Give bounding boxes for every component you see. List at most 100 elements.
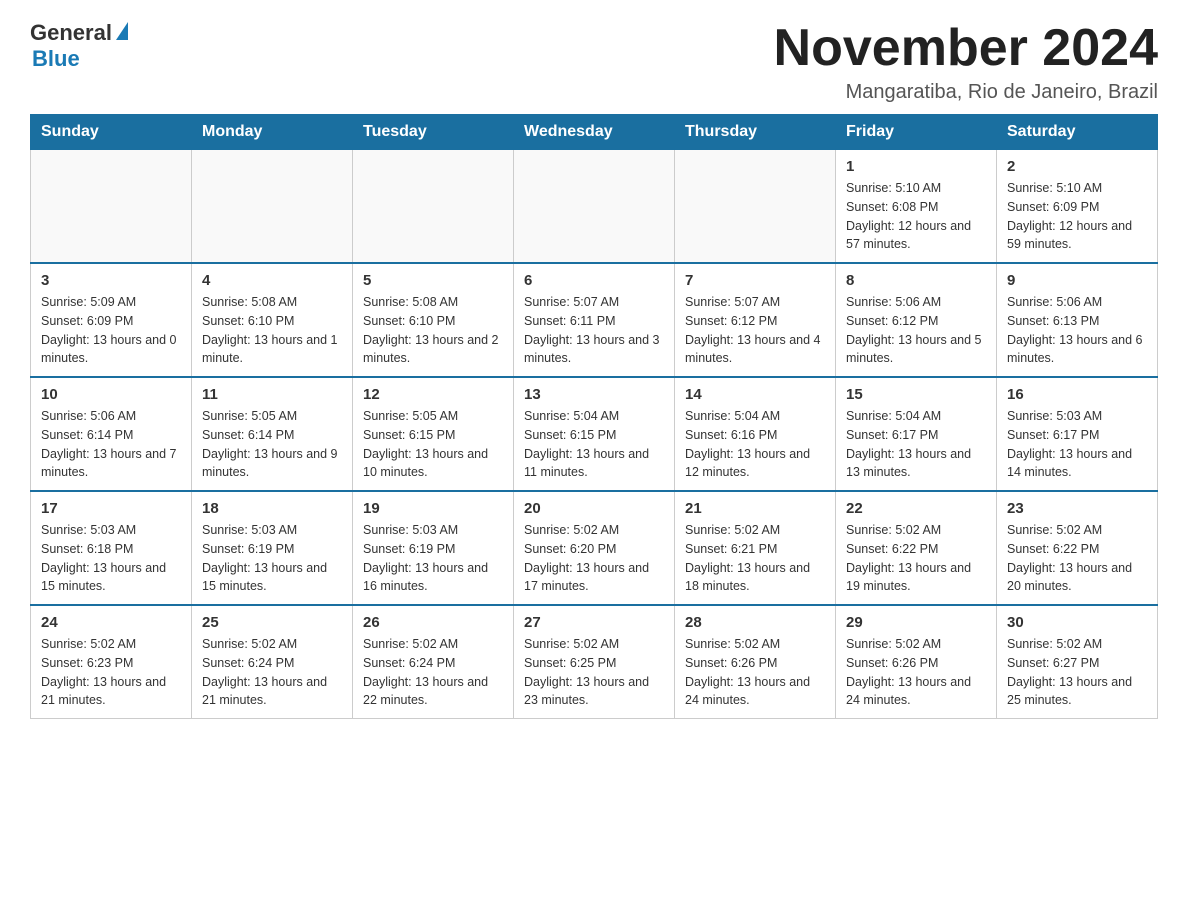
day-info: Sunrise: 5:08 AMSunset: 6:10 PMDaylight:… (363, 293, 503, 368)
day-info: Sunrise: 5:02 AMSunset: 6:26 PMDaylight:… (846, 635, 986, 710)
day-info: Sunrise: 5:03 AMSunset: 6:18 PMDaylight:… (41, 521, 181, 596)
calendar-day-cell: 1 Sunrise: 5:10 AMSunset: 6:08 PMDaylight… (836, 150, 997, 264)
day-of-week-header: Friday (836, 115, 997, 150)
day-number: 9 (1007, 272, 1147, 289)
day-number: 21 (685, 500, 825, 517)
calendar-day-cell: 30 Sunrise: 5:02 AMSunset: 6:27 PMDayligh… (997, 605, 1158, 719)
calendar-day-cell: 18 Sunrise: 5:03 AMSunset: 6:19 PMDayligh… (192, 491, 353, 605)
day-number: 18 (202, 500, 342, 517)
day-number: 25 (202, 614, 342, 631)
title-section: November 2024 Mangaratiba, Rio de Janeir… (774, 20, 1158, 104)
logo-triangle-icon (116, 22, 128, 40)
day-number: 7 (685, 272, 825, 289)
day-info: Sunrise: 5:10 AMSunset: 6:08 PMDaylight:… (846, 179, 986, 254)
day-number: 23 (1007, 500, 1147, 517)
calendar-day-cell (192, 150, 353, 264)
calendar-table: SundayMondayTuesdayWednesdayThursdayFrid… (30, 114, 1158, 719)
day-info: Sunrise: 5:05 AMSunset: 6:14 PMDaylight:… (202, 407, 342, 482)
calendar-body: 1 Sunrise: 5:10 AMSunset: 6:08 PMDaylight… (31, 150, 1158, 719)
calendar-day-cell: 19 Sunrise: 5:03 AMSunset: 6:19 PMDayligh… (353, 491, 514, 605)
calendar-day-cell: 21Sunrise: 5:02 AMSunset: 6:21 PMDayligh… (675, 491, 836, 605)
day-info: Sunrise: 5:03 AMSunset: 6:19 PMDaylight:… (202, 521, 342, 596)
calendar-day-cell: 3 Sunrise: 5:09 AMSunset: 6:09 PMDaylight… (31, 263, 192, 377)
calendar-day-cell (353, 150, 514, 264)
page-header: General Blue November 2024 Mangaratiba, … (30, 20, 1158, 104)
day-info: Sunrise: 5:04 AMSunset: 6:15 PMDaylight:… (524, 407, 664, 482)
day-number: 15 (846, 386, 986, 403)
day-number: 14 (685, 386, 825, 403)
day-of-week-header: Saturday (997, 115, 1158, 150)
calendar-day-cell: 6 Sunrise: 5:07 AMSunset: 6:11 PMDaylight… (514, 263, 675, 377)
day-info: Sunrise: 5:08 AMSunset: 6:10 PMDaylight:… (202, 293, 342, 368)
day-of-week-header: Monday (192, 115, 353, 150)
logo-general-text: General (30, 20, 112, 46)
day-of-week-header: Sunday (31, 115, 192, 150)
calendar-day-cell: 10Sunrise: 5:06 AMSunset: 6:14 PMDayligh… (31, 377, 192, 491)
day-number: 26 (363, 614, 503, 631)
calendar-day-cell: 15 Sunrise: 5:04 AMSunset: 6:17 PMDayligh… (836, 377, 997, 491)
day-number: 3 (41, 272, 181, 289)
day-info: Sunrise: 5:06 AMSunset: 6:12 PMDaylight:… (846, 293, 986, 368)
day-number: 30 (1007, 614, 1147, 631)
calendar-day-cell: 29 Sunrise: 5:02 AMSunset: 6:26 PMDayligh… (836, 605, 997, 719)
calendar-day-cell: 17 Sunrise: 5:03 AMSunset: 6:18 PMDayligh… (31, 491, 192, 605)
calendar-day-cell: 16 Sunrise: 5:03 AMSunset: 6:17 PMDayligh… (997, 377, 1158, 491)
day-number: 22 (846, 500, 986, 517)
day-info: Sunrise: 5:02 AMSunset: 6:25 PMDaylight:… (524, 635, 664, 710)
calendar-week-row: 1 Sunrise: 5:10 AMSunset: 6:08 PMDaylight… (31, 150, 1158, 264)
day-number: 27 (524, 614, 664, 631)
day-info: Sunrise: 5:03 AMSunset: 6:19 PMDaylight:… (363, 521, 503, 596)
day-info: Sunrise: 5:06 AMSunset: 6:14 PMDaylight:… (41, 407, 181, 482)
calendar-day-cell: 26 Sunrise: 5:02 AMSunset: 6:24 PMDayligh… (353, 605, 514, 719)
day-info: Sunrise: 5:04 AMSunset: 6:17 PMDaylight:… (846, 407, 986, 482)
calendar-day-cell: 7 Sunrise: 5:07 AMSunset: 6:12 PMDaylight… (675, 263, 836, 377)
day-number: 17 (41, 500, 181, 517)
day-info: Sunrise: 5:03 AMSunset: 6:17 PMDaylight:… (1007, 407, 1147, 482)
day-number: 4 (202, 272, 342, 289)
calendar-day-cell: 4 Sunrise: 5:08 AMSunset: 6:10 PMDaylight… (192, 263, 353, 377)
location-text: Mangaratiba, Rio de Janeiro, Brazil (774, 81, 1158, 104)
day-headers-row: SundayMondayTuesdayWednesdayThursdayFrid… (31, 115, 1158, 150)
day-info: Sunrise: 5:09 AMSunset: 6:09 PMDaylight:… (41, 293, 181, 368)
day-number: 1 (846, 158, 986, 175)
day-info: Sunrise: 5:10 AMSunset: 6:09 PMDaylight:… (1007, 179, 1147, 254)
calendar-day-cell: 23Sunrise: 5:02 AMSunset: 6:22 PMDayligh… (997, 491, 1158, 605)
day-number: 16 (1007, 386, 1147, 403)
calendar-day-cell: 25 Sunrise: 5:02 AMSunset: 6:24 PMDayligh… (192, 605, 353, 719)
day-number: 20 (524, 500, 664, 517)
day-number: 6 (524, 272, 664, 289)
day-info: Sunrise: 5:02 AMSunset: 6:24 PMDaylight:… (202, 635, 342, 710)
logo-blue-text: Blue (32, 46, 80, 72)
day-number: 19 (363, 500, 503, 517)
day-number: 28 (685, 614, 825, 631)
day-info: Sunrise: 5:02 AMSunset: 6:22 PMDaylight:… (846, 521, 986, 596)
day-number: 13 (524, 386, 664, 403)
day-info: Sunrise: 5:02 AMSunset: 6:24 PMDaylight:… (363, 635, 503, 710)
calendar-day-cell: 22 Sunrise: 5:02 AMSunset: 6:22 PMDayligh… (836, 491, 997, 605)
day-info: Sunrise: 5:05 AMSunset: 6:15 PMDaylight:… (363, 407, 503, 482)
calendar-day-cell: 12Sunrise: 5:05 AMSunset: 6:15 PMDayligh… (353, 377, 514, 491)
calendar-day-cell: 8 Sunrise: 5:06 AMSunset: 6:12 PMDaylight… (836, 263, 997, 377)
calendar-day-cell: 20 Sunrise: 5:02 AMSunset: 6:20 PMDayligh… (514, 491, 675, 605)
day-number: 2 (1007, 158, 1147, 175)
day-number: 29 (846, 614, 986, 631)
day-info: Sunrise: 5:07 AMSunset: 6:11 PMDaylight:… (524, 293, 664, 368)
day-number: 11 (202, 386, 342, 403)
calendar-day-cell: 27 Sunrise: 5:02 AMSunset: 6:25 PMDayligh… (514, 605, 675, 719)
day-number: 24 (41, 614, 181, 631)
calendar-day-cell: 14Sunrise: 5:04 AMSunset: 6:16 PMDayligh… (675, 377, 836, 491)
calendar-week-row: 24Sunrise: 5:02 AMSunset: 6:23 PMDayligh… (31, 605, 1158, 719)
calendar-day-cell: 2 Sunrise: 5:10 AMSunset: 6:09 PMDaylight… (997, 150, 1158, 264)
day-info: Sunrise: 5:02 AMSunset: 6:27 PMDaylight:… (1007, 635, 1147, 710)
day-of-week-header: Tuesday (353, 115, 514, 150)
day-info: Sunrise: 5:02 AMSunset: 6:20 PMDaylight:… (524, 521, 664, 596)
day-number: 8 (846, 272, 986, 289)
calendar-week-row: 10Sunrise: 5:06 AMSunset: 6:14 PMDayligh… (31, 377, 1158, 491)
day-of-week-header: Wednesday (514, 115, 675, 150)
calendar-week-row: 3 Sunrise: 5:09 AMSunset: 6:09 PMDaylight… (31, 263, 1158, 377)
day-info: Sunrise: 5:07 AMSunset: 6:12 PMDaylight:… (685, 293, 825, 368)
calendar-day-cell: 11 Sunrise: 5:05 AMSunset: 6:14 PMDayligh… (192, 377, 353, 491)
calendar-day-cell: 24Sunrise: 5:02 AMSunset: 6:23 PMDayligh… (31, 605, 192, 719)
logo: General Blue (30, 20, 128, 72)
day-info: Sunrise: 5:06 AMSunset: 6:13 PMDaylight:… (1007, 293, 1147, 368)
